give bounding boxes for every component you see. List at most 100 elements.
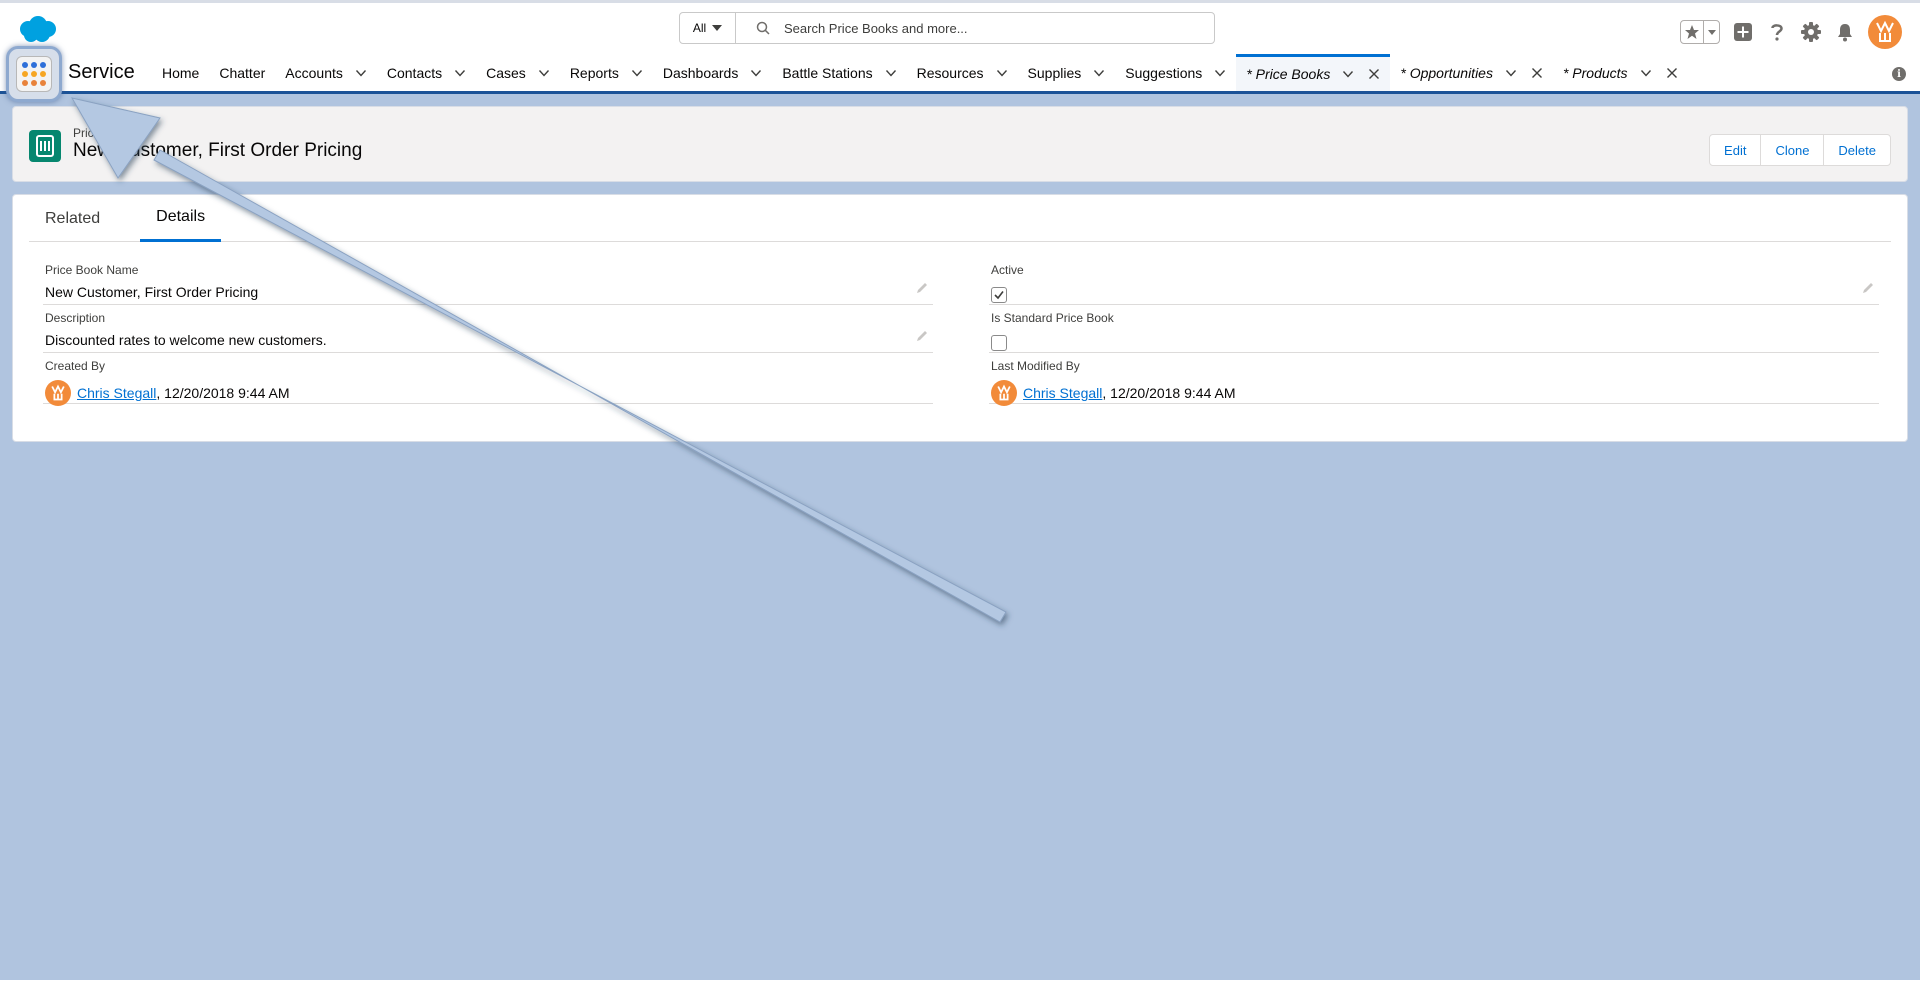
avatar: [45, 380, 71, 406]
info-icon[interactable]: i: [1892, 67, 1906, 81]
tab-opportunities[interactable]: * Opportunities: [1390, 54, 1553, 91]
delete-button[interactable]: Delete: [1823, 135, 1890, 165]
nav-item-label: Cases: [486, 64, 526, 81]
close-icon[interactable]: [1368, 68, 1380, 80]
chevron-down-icon[interactable]: [1214, 67, 1226, 79]
tab-price-books[interactable]: * Price Books: [1236, 54, 1391, 91]
chevron-down-icon[interactable]: [538, 67, 550, 79]
field-is-standard-price-book: Is Standard Price Book: [989, 305, 1879, 353]
edit-button[interactable]: Edit: [1710, 135, 1761, 165]
global-header: All: [0, 0, 1920, 54]
nav-items: Home Chatter Accounts Contacts Cases Rep…: [152, 54, 1688, 91]
chevron-down-icon[interactable]: [1640, 67, 1652, 79]
field-label: Last Modified By: [991, 359, 1080, 373]
nav-item-label: Chatter: [219, 64, 266, 81]
nav-item-label: Battle Stations: [782, 64, 873, 81]
created-by-user-link[interactable]: Chris Stegall: [77, 385, 156, 401]
nav-item-label: Home: [162, 64, 200, 81]
created-date: , 12/20/2018 9:44 AM: [156, 385, 290, 401]
tab-products[interactable]: * Products: [1553, 54, 1688, 91]
nav-item-chatter[interactable]: Chatter: [209, 54, 275, 91]
field-value: New Customer, First Order Pricing: [45, 284, 259, 300]
field-value: [991, 287, 1007, 303]
favorites-button[interactable]: [1681, 21, 1703, 43]
gear-icon: [1801, 22, 1821, 42]
nav-item-label: Dashboards: [662, 64, 739, 81]
field-label: Description: [45, 311, 106, 325]
pencil-icon[interactable]: [915, 281, 929, 295]
record-header: Price Book New Customer, First Order Pri…: [12, 106, 1908, 182]
nav-item-label: Resources: [916, 64, 984, 81]
chevron-down-icon[interactable]: [885, 67, 897, 79]
search-icon: [756, 21, 770, 35]
nav-item-label: Suggestions: [1125, 64, 1203, 81]
chevron-down-icon[interactable]: [1093, 67, 1105, 79]
nav-item-contacts[interactable]: Contacts: [377, 54, 476, 91]
nav-item-label: Reports: [569, 64, 619, 81]
nav-item-supplies[interactable]: Supplies: [1018, 54, 1116, 91]
chevron-down-icon[interactable]: [1342, 68, 1354, 80]
nav-item-battle-stations[interactable]: Battle Stations: [772, 54, 906, 91]
app-name: Service: [68, 61, 135, 83]
chevron-down-icon[interactable]: [750, 67, 762, 79]
question-icon: [1771, 24, 1783, 41]
active-checkbox: [991, 287, 1007, 303]
close-icon[interactable]: [1666, 67, 1678, 79]
nav-item-label: Accounts: [285, 64, 343, 81]
global-search: All: [679, 12, 1215, 44]
nav-item-dashboards[interactable]: Dashboards: [653, 54, 773, 91]
tab-details[interactable]: Details: [140, 195, 222, 242]
close-icon[interactable]: [1531, 67, 1543, 79]
workspace-tab-label: * Products: [1562, 64, 1628, 81]
app-launcher-grid-icon: [16, 56, 52, 92]
search-scope-dropdown[interactable]: All: [680, 13, 736, 43]
salesforce-cloud-icon[interactable]: [16, 15, 60, 45]
tab-related[interactable]: Related: [29, 195, 116, 242]
workspace-tab-label: * Opportunities: [1400, 64, 1493, 81]
nav-item-accounts[interactable]: Accounts: [275, 54, 377, 91]
record-actions: Edit Clone Delete: [1709, 134, 1891, 166]
nav-item-resources[interactable]: Resources: [907, 54, 1018, 91]
clone-button[interactable]: Clone: [1760, 135, 1824, 165]
nav-item-cases[interactable]: Cases: [476, 54, 560, 91]
field-last-modified-by: Last Modified By Chris Stegall, 12/20/20…: [989, 353, 1879, 406]
plus-icon: [1734, 23, 1752, 41]
workspace-tab-label: * Price Books: [1246, 66, 1331, 82]
favorites-list-button[interactable]: [1703, 21, 1719, 43]
pencil-icon[interactable]: [1861, 281, 1875, 295]
field-active: Active: [989, 257, 1879, 305]
global-create-button[interactable]: [1732, 21, 1754, 43]
setup-button[interactable]: [1800, 21, 1822, 43]
help-button[interactable]: [1766, 21, 1788, 43]
field-value: [991, 335, 1007, 351]
field-label: Created By: [45, 359, 106, 373]
chevron-down-icon[interactable]: [1505, 67, 1517, 79]
search-input[interactable]: [784, 20, 1204, 36]
checkmark-icon: [994, 291, 1004, 300]
record-detail-card: Related Details Price Book Name New Cust…: [12, 194, 1908, 442]
avatar-icon: [1876, 20, 1894, 42]
modified-by-user-link[interactable]: Chris Stegall: [1023, 385, 1102, 401]
bell-icon: [1838, 24, 1852, 42]
field-label: Active: [991, 263, 1024, 277]
search-field[interactable]: [736, 13, 1214, 43]
record-type-label: Price Book: [73, 126, 132, 140]
field-label: Price Book Name: [45, 263, 139, 277]
navigation-bar: Service Home Chatter Accounts Contacts C…: [0, 46, 1920, 102]
chevron-down-icon[interactable]: [996, 67, 1008, 79]
avatar: [991, 380, 1017, 406]
pencil-icon[interactable]: [915, 329, 929, 343]
nav-item-label: Supplies: [1027, 64, 1082, 81]
chevron-down-icon[interactable]: [355, 67, 367, 79]
user-avatar-button[interactable]: [1868, 15, 1902, 49]
app-launcher-button[interactable]: [6, 46, 62, 102]
notifications-button[interactable]: [1834, 21, 1856, 43]
chevron-down-icon[interactable]: [631, 67, 643, 79]
chevron-down-icon[interactable]: [454, 67, 466, 79]
caret-down-icon: [712, 25, 723, 31]
record-tabs: Related Details: [29, 195, 1891, 242]
field-value: Chris Stegall, 12/20/2018 9:44 AM: [991, 380, 1235, 406]
nav-item-home[interactable]: Home: [152, 54, 209, 91]
nav-item-suggestions[interactable]: Suggestions: [1115, 54, 1236, 91]
nav-item-reports[interactable]: Reports: [560, 54, 653, 91]
